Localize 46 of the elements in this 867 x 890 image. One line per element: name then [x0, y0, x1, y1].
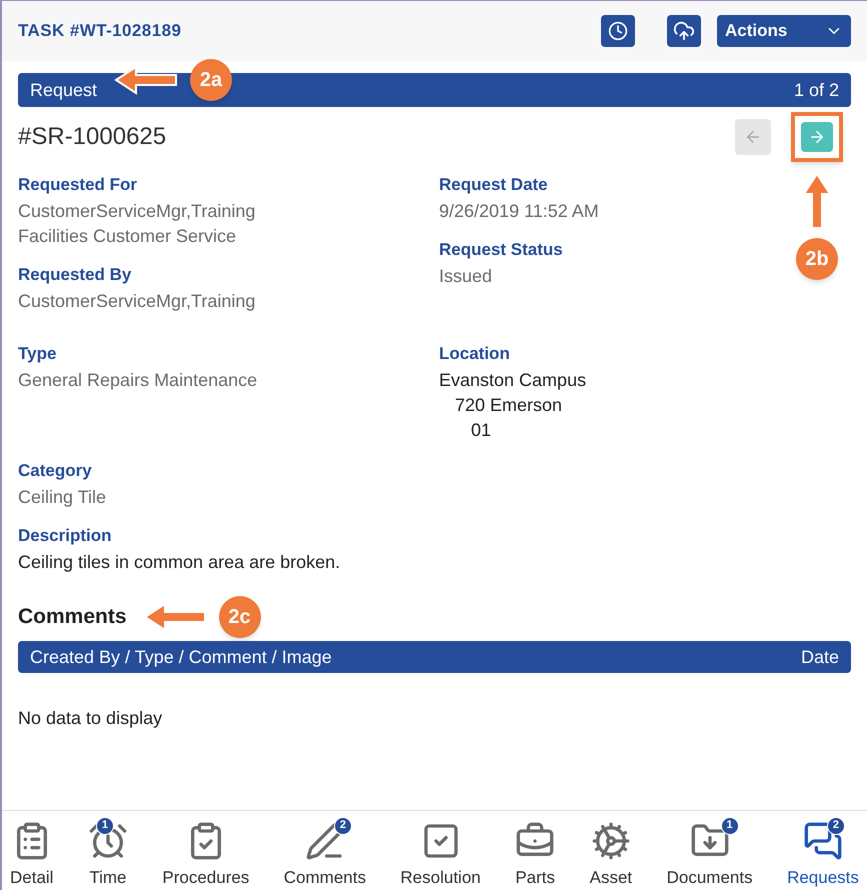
right-arrow-icon [808, 128, 826, 146]
nav-tab[interactable]: Procedures [162, 820, 250, 890]
callout-badge: 2b [796, 238, 838, 280]
count-badge: 2 [334, 816, 352, 834]
column-header: Date [800, 646, 839, 668]
column-header: Created By / Type / Comment / Image [30, 646, 332, 669]
field-label: Type [18, 343, 56, 365]
nav-tab[interactable]: Parts [515, 820, 556, 890]
callout-badge: 2a [190, 58, 232, 100]
count-badge: 2 [826, 816, 845, 834]
cloud-upload-icon [673, 20, 695, 42]
comments-heading: Comments [18, 604, 127, 630]
empty-message: No data to display [18, 707, 164, 730]
nav-tab[interactable]: Resolution [400, 820, 481, 890]
field-label: Request Status [439, 239, 563, 261]
field-label: Request Date [439, 174, 548, 196]
field-value: General Repairs Maintenance [18, 369, 258, 392]
field-label: Requested By [18, 264, 132, 286]
history-button[interactable] [601, 15, 635, 47]
task-title: TASK #WT-1028189 [18, 20, 182, 42]
field-value: Ceiling Tile [18, 486, 106, 509]
field-label: Location [439, 343, 510, 365]
count-badge: 1 [720, 816, 739, 834]
actions-button[interactable]: Actions [717, 15, 851, 47]
field-value: CustomerServiceMgr,Training [18, 290, 256, 313]
section-title: Request [30, 78, 98, 102]
callout-badge: 2c [218, 596, 261, 638]
count-badge: 1 [96, 816, 114, 834]
field-label: Category [18, 460, 92, 482]
chat-icon [802, 820, 843, 860]
clock-icon [608, 21, 628, 41]
field-label: Requested For [18, 174, 138, 196]
nav-tab[interactable]: Asset [590, 820, 632, 890]
field-value: Evanston Campus [439, 369, 586, 392]
field-value: Facilities Customer Service [18, 225, 236, 248]
field-label: Description [18, 525, 112, 547]
field-value: CustomerServiceMgr,Training [18, 200, 256, 223]
record-number: #SR-1000625 [18, 122, 166, 152]
upload-button[interactable] [667, 15, 701, 47]
nav-tab[interactable]: Detail [10, 820, 54, 890]
pager-text: 1 of 2 [794, 78, 839, 102]
field-value: 01 [471, 419, 492, 442]
field-value: Ceiling tiles in common area are broken. [18, 551, 340, 574]
field-value: 9/26/2019 11:52 AM [439, 200, 599, 223]
field-value: Issued [439, 265, 492, 288]
field-value: 720 Emerson [455, 394, 562, 417]
